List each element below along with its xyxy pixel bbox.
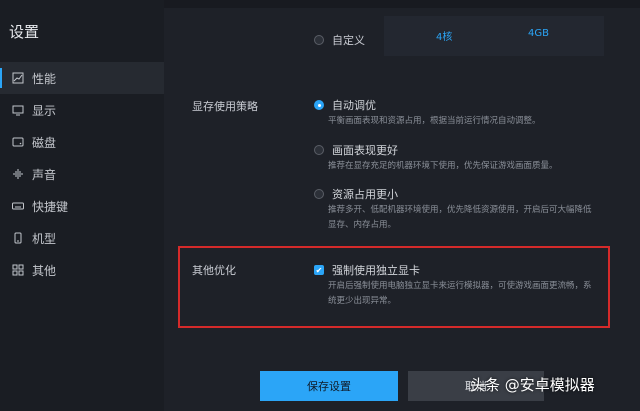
cpu-value: 4核 bbox=[436, 32, 453, 43]
sound-icon bbox=[12, 168, 24, 180]
sidebar-item-model[interactable]: 机型 bbox=[0, 222, 164, 254]
option-desc: 推荐在显存充足的机器环境下使用，优先保证游戏画面质量。 bbox=[328, 161, 558, 171]
option-desc: 平衡画面表现和资源占用，根据当前运行情况自动调整。 bbox=[328, 116, 541, 126]
memory-strategy-label: 显存使用策略 bbox=[192, 100, 258, 113]
sidebar-item-label: 磁盘 bbox=[32, 135, 57, 150]
grid-icon bbox=[12, 264, 24, 276]
sidebar-item-label: 其他 bbox=[32, 263, 57, 278]
sidebar-item-display[interactable]: 显示 bbox=[0, 94, 164, 126]
force-gpu-option[interactable]: ✔ 强制使用独立显卡 bbox=[314, 262, 420, 278]
window-title: 设置 bbox=[9, 23, 40, 41]
force-gpu-desc: 开启后强制使用电脑独立显卡来运行模拟器，可使游戏画面更流畅，系统更少出现异常。 bbox=[328, 281, 592, 306]
sidebar-item-label: 声音 bbox=[32, 167, 57, 182]
monitor-icon bbox=[12, 104, 24, 116]
better-graphics-radio[interactable] bbox=[314, 145, 324, 155]
custom-option[interactable]: 自定义 bbox=[314, 32, 365, 48]
keyboard-icon bbox=[12, 200, 24, 212]
option-desc: 推荐多开、低配机器环境使用，优先降低资源使用，开启后可大幅降低显存、内存占用。 bbox=[328, 205, 592, 230]
sidebar-item-label: 性能 bbox=[32, 71, 57, 86]
performance-icon bbox=[12, 72, 24, 84]
resource-value-box: 4核 4GB bbox=[384, 16, 604, 56]
checkbox-checked-icon[interactable]: ✔ bbox=[314, 265, 324, 275]
sidebar-item-label: 机型 bbox=[32, 231, 57, 246]
sidebar-item-sound[interactable]: 声音 bbox=[0, 158, 164, 190]
ram-value: 4GB bbox=[528, 28, 549, 39]
option-lower-usage[interactable]: 资源占用更小 bbox=[314, 186, 398, 202]
custom-radio[interactable] bbox=[314, 35, 324, 45]
sidebar-item-performance[interactable]: 性能 bbox=[0, 62, 164, 94]
auto-tune-radio[interactable] bbox=[314, 100, 324, 110]
option-auto-tune[interactable]: 自动调优 bbox=[314, 97, 376, 113]
sidebar-item-label: 显示 bbox=[32, 103, 57, 118]
sidebar: 设置 性能 显示 磁盘 声音 快捷键 机型 其他 bbox=[0, 0, 164, 411]
option-label: 自动调优 bbox=[332, 99, 376, 112]
lower-usage-radio[interactable] bbox=[314, 189, 324, 199]
custom-label: 自定义 bbox=[332, 34, 365, 47]
option-label: 画面表现更好 bbox=[332, 144, 398, 157]
top-bar bbox=[164, 0, 640, 8]
option-label: 资源占用更小 bbox=[332, 188, 398, 201]
sidebar-nav: 性能 显示 磁盘 声音 快捷键 机型 其他 bbox=[0, 62, 164, 286]
sidebar-item-shortcuts[interactable]: 快捷键 bbox=[0, 190, 164, 222]
phone-icon bbox=[12, 232, 24, 244]
disk-icon bbox=[12, 136, 24, 148]
option-better-graphics[interactable]: 画面表现更好 bbox=[314, 142, 398, 158]
sidebar-item-disk[interactable]: 磁盘 bbox=[0, 126, 164, 158]
sidebar-item-other[interactable]: 其他 bbox=[0, 254, 164, 286]
sidebar-item-label: 快捷键 bbox=[32, 199, 69, 214]
other-optimization-label: 其他优化 bbox=[192, 264, 236, 277]
watermark: 头条 @安卓模拟器 bbox=[470, 376, 595, 394]
force-gpu-label: 强制使用独立显卡 bbox=[332, 264, 420, 277]
settings-panel: 4核 4GB 自定义 显存使用策略 自动调优 平衡画面表现和资源占用，根据当前运… bbox=[164, 8, 640, 411]
save-button[interactable]: 保存设置 bbox=[260, 371, 398, 401]
